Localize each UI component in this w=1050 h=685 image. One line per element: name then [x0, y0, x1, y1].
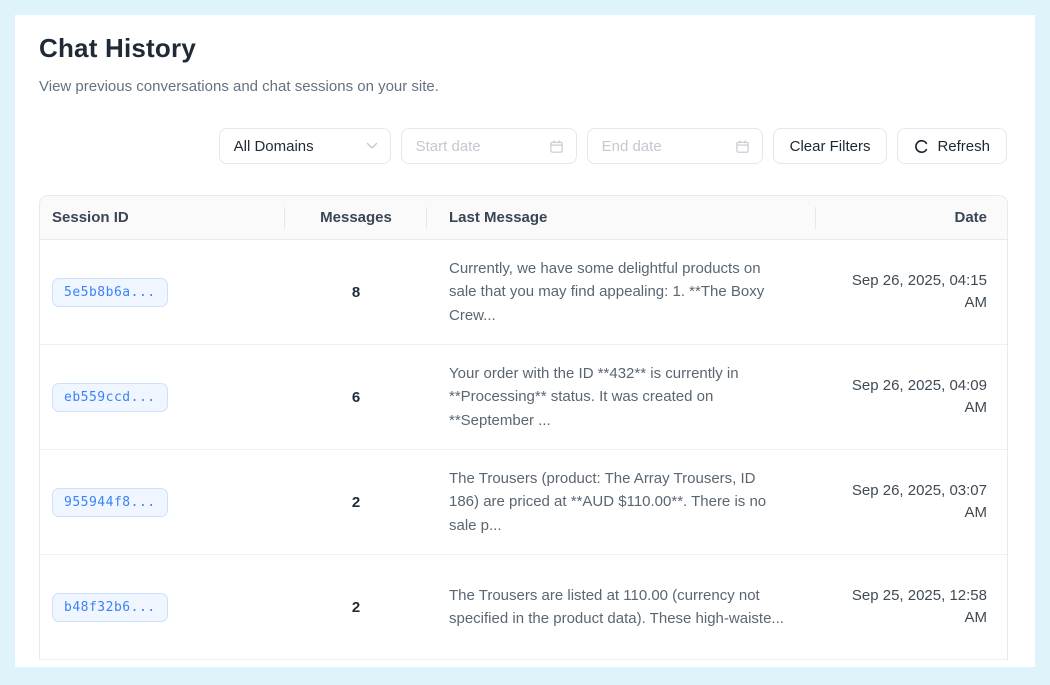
messages-cell: 2	[285, 494, 427, 511]
date-cell: Sep 25, 2025, 12:58 AM	[816, 585, 1007, 629]
table-row[interactable]: eb559ccd... 6 Your order with the ID **4…	[40, 345, 1007, 450]
messages-count: 2	[352, 599, 360, 616]
messages-cell: 2	[285, 599, 427, 616]
date-text: Sep 26, 2025, 04:09 AM	[835, 375, 987, 419]
session-id-badge[interactable]: 955944f8...	[52, 488, 168, 517]
messages-cell: 8	[285, 284, 427, 301]
messages-count: 2	[352, 494, 360, 511]
messages-cell: 6	[285, 389, 427, 406]
calendar-icon	[735, 139, 750, 154]
refresh-button[interactable]: Refresh	[897, 128, 1007, 164]
start-date-placeholder: Start date	[416, 138, 481, 155]
column-header-label: Last Message	[449, 209, 547, 226]
last-message-cell: The Trousers (product: The Array Trouser…	[427, 453, 816, 551]
column-header-date: Date	[816, 196, 1007, 239]
date-text: Sep 26, 2025, 04:15 AM	[835, 270, 987, 314]
last-message-cell: The Trousers are listed at 110.00 (curre…	[427, 570, 816, 645]
last-message-cell: Currently, we have some delightful produ…	[427, 243, 816, 341]
chat-history-table: Session ID Messages Last Message Date 5e…	[39, 195, 1008, 660]
session-id-cell: 955944f8...	[40, 488, 285, 517]
last-message-preview: Your order with the ID **432** is curren…	[449, 362, 784, 432]
chevron-down-icon	[366, 142, 378, 150]
column-header-label: Messages	[320, 209, 392, 226]
domain-filter-value: All Domains	[234, 138, 314, 155]
table-row[interactable]: 5e5b8b6a... 8 Currently, we have some de…	[40, 240, 1007, 345]
table-row[interactable]: 955944f8... 2 The Trousers (product: The…	[40, 450, 1007, 555]
session-id-badge[interactable]: 5e5b8b6a...	[52, 278, 168, 307]
page-subtitle: View previous conversations and chat ses…	[39, 78, 1007, 95]
clear-filters-button[interactable]: Clear Filters	[773, 128, 888, 164]
table-body: 5e5b8b6a... 8 Currently, we have some de…	[40, 240, 1007, 660]
column-header-last-message: Last Message	[427, 196, 816, 239]
date-cell: Sep 26, 2025, 03:07 AM	[816, 480, 1007, 524]
domain-filter-select[interactable]: All Domains	[219, 128, 391, 164]
refresh-button-label: Refresh	[937, 138, 990, 155]
date-cell: Sep 26, 2025, 04:09 AM	[816, 375, 1007, 419]
chat-history-panel: Chat History View previous conversations…	[15, 15, 1035, 667]
column-header-label: Date	[954, 209, 987, 226]
end-date-input[interactable]: End date	[587, 128, 763, 164]
session-id-cell: 5e5b8b6a...	[40, 278, 285, 307]
column-header-label: Session ID	[52, 209, 129, 226]
date-text: Sep 25, 2025, 12:58 AM	[835, 585, 987, 629]
column-header-session-id: Session ID	[40, 196, 285, 239]
date-text: Sep 26, 2025, 03:07 AM	[835, 480, 987, 524]
refresh-icon	[914, 139, 929, 154]
session-id-badge[interactable]: eb559ccd...	[52, 383, 168, 412]
last-message-preview: The Trousers are listed at 110.00 (curre…	[449, 584, 784, 631]
filter-toolbar: All Domains Start date End date Clear Fi…	[39, 128, 1007, 164]
last-message-cell: Your order with the ID **432** is curren…	[427, 348, 816, 446]
last-message-preview: Currently, we have some delightful produ…	[449, 257, 784, 327]
start-date-input[interactable]: Start date	[401, 128, 577, 164]
session-id-cell: eb559ccd...	[40, 383, 285, 412]
session-id-cell: b48f32b6...	[40, 593, 285, 622]
column-header-messages: Messages	[285, 196, 427, 239]
last-message-preview: The Trousers (product: The Array Trouser…	[449, 467, 784, 537]
calendar-icon	[549, 139, 564, 154]
end-date-placeholder: End date	[602, 138, 662, 155]
messages-count: 8	[352, 284, 360, 301]
date-cell: Sep 26, 2025, 04:15 AM	[816, 270, 1007, 314]
session-id-badge[interactable]: b48f32b6...	[52, 593, 168, 622]
table-row[interactable]: b48f32b6... 2 The Trousers are listed at…	[40, 555, 1007, 660]
page-title: Chat History	[39, 33, 1007, 64]
table-header-row: Session ID Messages Last Message Date	[40, 196, 1007, 240]
messages-count: 6	[352, 389, 360, 406]
